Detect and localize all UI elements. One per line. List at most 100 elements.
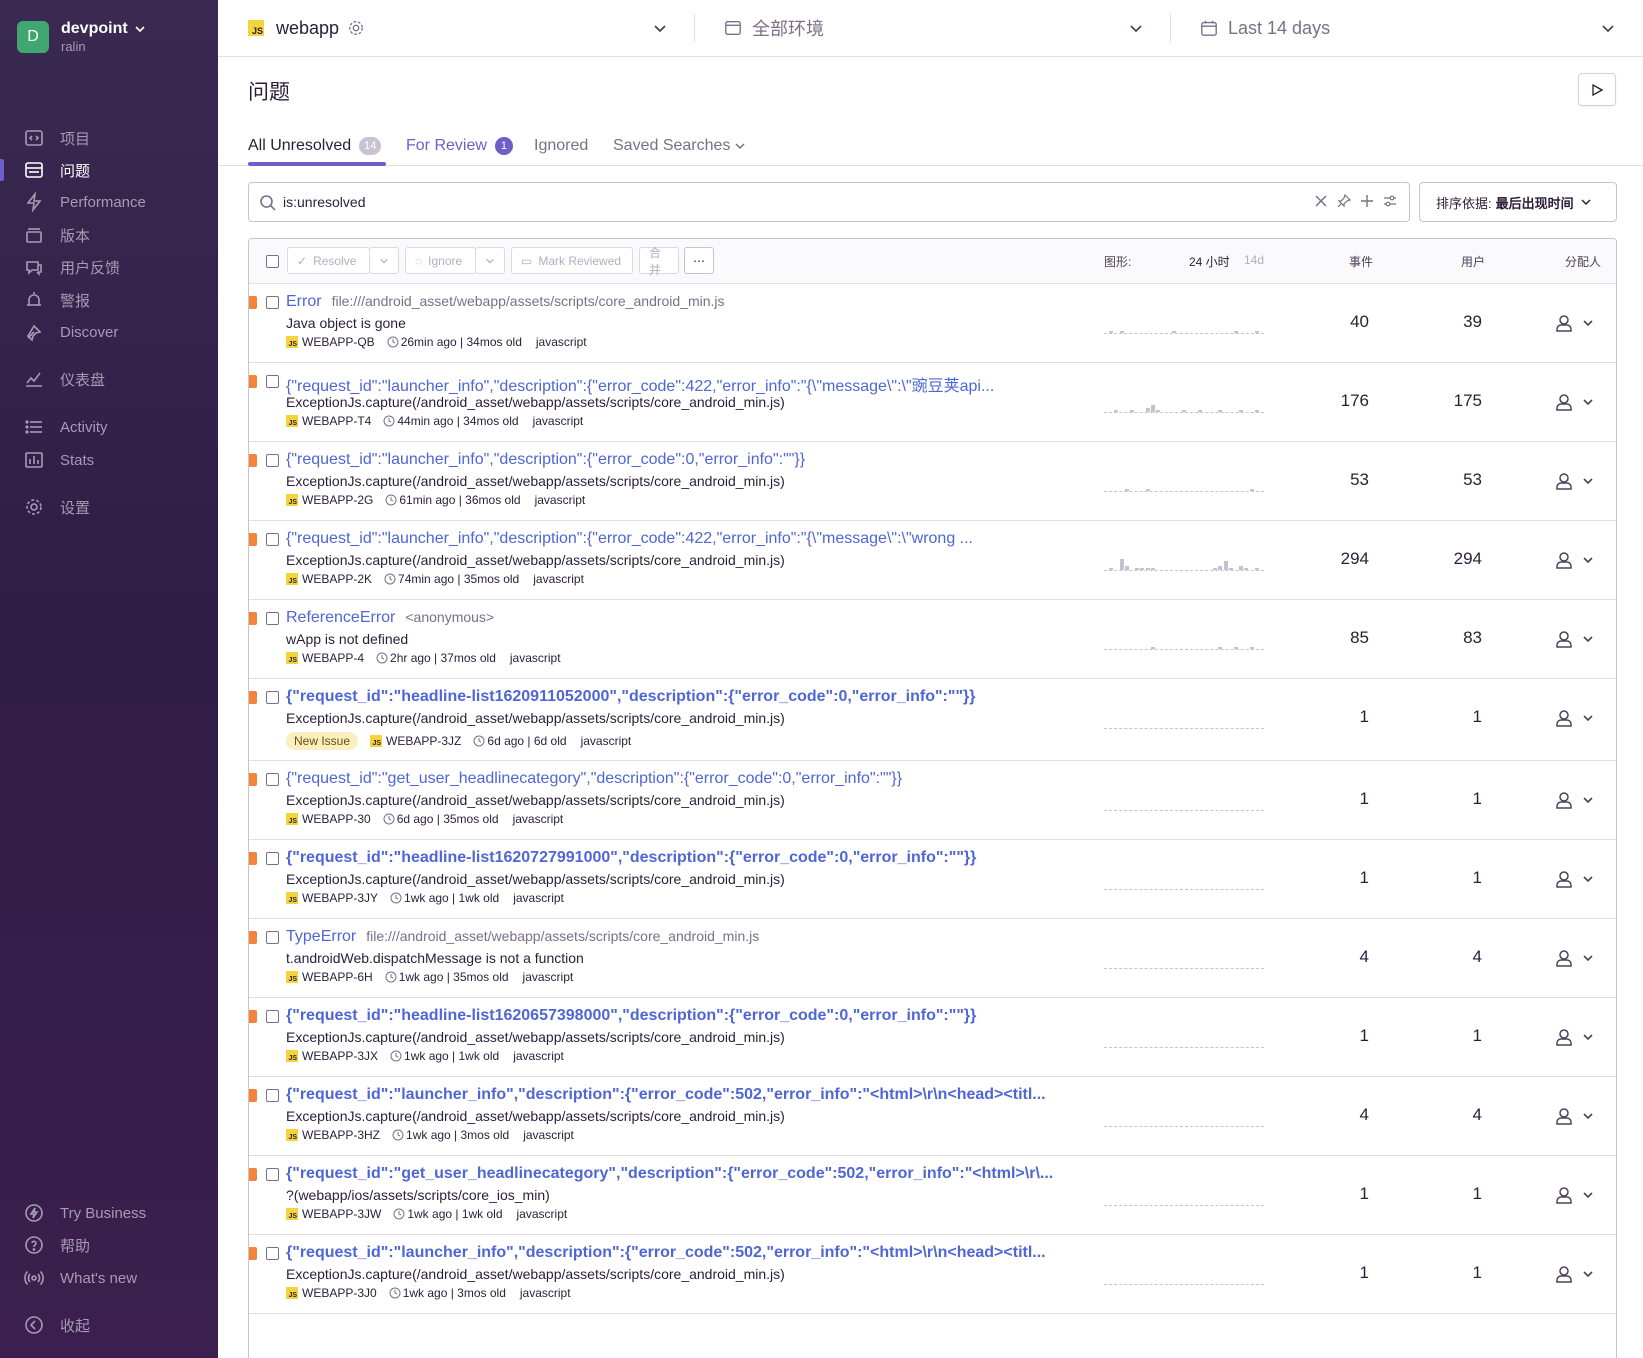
issue-checkbox[interactable]	[266, 1168, 279, 1181]
issue-title-link[interactable]: {"request_id":"headline-list162091105200…	[286, 688, 976, 706]
issue-checkbox[interactable]	[266, 296, 279, 309]
assignee-selector[interactable]	[1554, 1264, 1594, 1284]
nav-projects[interactable]: 项目	[0, 121, 218, 155]
nav-try-business[interactable]: Try Business	[0, 1196, 218, 1230]
nav-discover[interactable]: Discover	[0, 315, 218, 349]
issue-checkbox[interactable]	[266, 691, 279, 704]
nav-settings[interactable]: 设置	[0, 490, 218, 524]
issue-short-id[interactable]: WEBAPP-6H	[302, 970, 373, 984]
mark-reviewed-button[interactable]: ▭ Mark Reviewed	[511, 247, 633, 274]
assignee-selector[interactable]	[1554, 629, 1594, 649]
issue-short-id[interactable]: WEBAPP-3J0	[302, 1286, 377, 1300]
assignee-selector[interactable]	[1554, 1027, 1594, 1047]
issue-checkbox[interactable]	[266, 454, 279, 467]
nav-stats[interactable]: Stats	[0, 443, 218, 477]
issue-title-link[interactable]: {"request_id":"launcher_info","descripti…	[286, 451, 805, 469]
more-actions-button[interactable]: ⋯	[684, 247, 714, 274]
issue-row[interactable]: {"request_id":"headline-list162091105200…	[249, 679, 1616, 761]
assignee-selector[interactable]	[1554, 550, 1594, 570]
issue-title-link[interactable]: Error file:///android_asset/webapp/assets…	[286, 293, 725, 311]
issue-title-link[interactable]: ReferenceError <anonymous>	[286, 609, 494, 627]
assignee-selector[interactable]	[1554, 313, 1594, 333]
nav-help[interactable]: 帮助	[0, 1228, 218, 1262]
issue-title-link[interactable]: {"request_id":"headline-list162065739800…	[286, 1007, 976, 1025]
issue-checkbox[interactable]	[266, 852, 279, 865]
nav-collapse[interactable]: 收起	[0, 1308, 218, 1342]
assignee-selector[interactable]	[1554, 392, 1594, 412]
merge-button[interactable]: 合并	[639, 246, 679, 277]
issue-row[interactable]: {"request_id":"launcher_info","descripti…	[249, 442, 1616, 521]
time-period-selector[interactable]: Last 14 days	[1200, 0, 1616, 56]
environment-selector[interactable]: 全部环境	[724, 0, 1144, 56]
issue-title-link[interactable]: {"request_id":"get_user_headlinecategory…	[286, 770, 902, 788]
issue-title-link[interactable]: {"request_id":"headline-list162072799100…	[286, 849, 976, 867]
issue-short-id[interactable]: WEBAPP-3JY	[302, 891, 378, 905]
tab-all-unresolved[interactable]: All Unresolved 14	[248, 133, 382, 159]
assignee-selector[interactable]	[1554, 869, 1594, 889]
issue-row[interactable]: {"request_id":"headline-list162072799100…	[249, 840, 1616, 919]
issue-title-link[interactable]: {"request_id":"launcher_info","descripti…	[286, 530, 973, 548]
issue-row[interactable]: ReferenceError <anonymous> wApp is not def…	[249, 600, 1616, 679]
assignee-selector[interactable]	[1554, 790, 1594, 810]
nav-user-feedback[interactable]: 用户反馈	[0, 250, 218, 284]
issue-short-id[interactable]: WEBAPP-30	[302, 812, 371, 826]
nav-alerts[interactable]: 警报	[0, 283, 218, 317]
issue-title-link[interactable]: {"request_id":"launcher_info","descripti…	[286, 1086, 1046, 1104]
issue-short-id[interactable]: WEBAPP-3JZ	[386, 734, 461, 748]
add-icon[interactable]	[1360, 194, 1374, 208]
graph-period-14d[interactable]: 14d	[1244, 253, 1264, 267]
issue-checkbox[interactable]	[266, 1247, 279, 1260]
assignee-selector[interactable]	[1554, 1185, 1594, 1205]
issue-short-id[interactable]: WEBAPP-3JW	[302, 1207, 381, 1221]
settings-sliders-icon[interactable]	[1383, 194, 1397, 208]
assignee-selector[interactable]	[1554, 708, 1594, 728]
issue-row[interactable]: {"request_id":"launcher_info","descripti…	[249, 521, 1616, 600]
issue-row[interactable]: {"request_id":"headline-list162065739800…	[249, 998, 1616, 1077]
project-selector[interactable]: JS webapp	[248, 0, 668, 56]
select-all-checkbox[interactable]	[266, 255, 279, 268]
issue-short-id[interactable]: WEBAPP-2K	[302, 572, 372, 586]
assignee-selector[interactable]	[1554, 1106, 1594, 1126]
issue-short-id[interactable]: WEBAPP-3HZ	[302, 1128, 380, 1142]
issue-title-link[interactable]: {"request_id":"get_user_headlinecategory…	[286, 1165, 1053, 1183]
issue-short-id[interactable]: WEBAPP-3JX	[302, 1049, 378, 1063]
issue-checkbox[interactable]	[266, 533, 279, 546]
issue-row[interactable]: Error file:///android_asset/webapp/assets…	[249, 284, 1616, 363]
nav-dashboards[interactable]: 仪表盘	[0, 362, 218, 396]
issue-short-id[interactable]: WEBAPP-QB	[302, 335, 375, 349]
issue-checkbox[interactable]	[266, 1010, 279, 1023]
issue-row[interactable]: {"request_id":"launcher_info","descripti…	[249, 1235, 1616, 1314]
graph-period-24h[interactable]: 24 小时	[1189, 253, 1230, 270]
ignore-button[interactable]: ◌ Ignore	[405, 247, 476, 274]
issue-title-link[interactable]: {"request_id":"launcher_info","descripti…	[286, 372, 994, 396]
issue-row[interactable]: TypeError file:///android_asset/webapp/as…	[249, 919, 1616, 998]
search-input[interactable]: is:unresolved	[248, 182, 1410, 222]
gear-icon[interactable]	[347, 19, 365, 37]
issue-row[interactable]: {"request_id":"launcher_info","descripti…	[249, 1077, 1616, 1156]
nav-activity[interactable]: Activity	[0, 410, 218, 444]
pin-icon[interactable]	[1337, 194, 1351, 208]
nav-performance[interactable]: Performance	[0, 185, 218, 219]
resolve-button[interactable]: ✓ Resolve	[287, 247, 370, 274]
issue-row[interactable]: {"request_id":"launcher_info","descripti…	[249, 363, 1616, 442]
sort-dropdown[interactable]: 排序依据: 最后出现时间	[1419, 182, 1617, 222]
realtime-play-button[interactable]	[1578, 73, 1616, 106]
tab-saved-searches[interactable]: Saved Searches	[613, 133, 746, 159]
nav-issues[interactable]: 问题	[0, 153, 218, 187]
ignore-dropdown[interactable]	[475, 247, 505, 274]
nav-releases[interactable]: 版本	[0, 218, 218, 252]
issue-title-link[interactable]: TypeError file:///android_asset/webapp/as…	[286, 928, 759, 946]
assignee-selector[interactable]	[1554, 471, 1594, 491]
issue-checkbox[interactable]	[266, 931, 279, 944]
issue-checkbox[interactable]	[266, 612, 279, 625]
issue-short-id[interactable]: WEBAPP-T4	[302, 414, 371, 428]
nav-whats-new[interactable]: What's new	[0, 1261, 218, 1295]
issue-short-id[interactable]: WEBAPP-2G	[302, 493, 373, 507]
assignee-selector[interactable]	[1554, 948, 1594, 968]
tab-ignored[interactable]: Ignored	[534, 133, 588, 159]
issue-checkbox[interactable]	[266, 375, 279, 388]
tab-for-review[interactable]: For Review 1	[406, 133, 513, 159]
issue-row[interactable]: {"request_id":"get_user_headlinecategory…	[249, 1156, 1616, 1235]
issue-checkbox[interactable]	[266, 773, 279, 786]
issue-short-id[interactable]: WEBAPP-4	[302, 651, 364, 665]
